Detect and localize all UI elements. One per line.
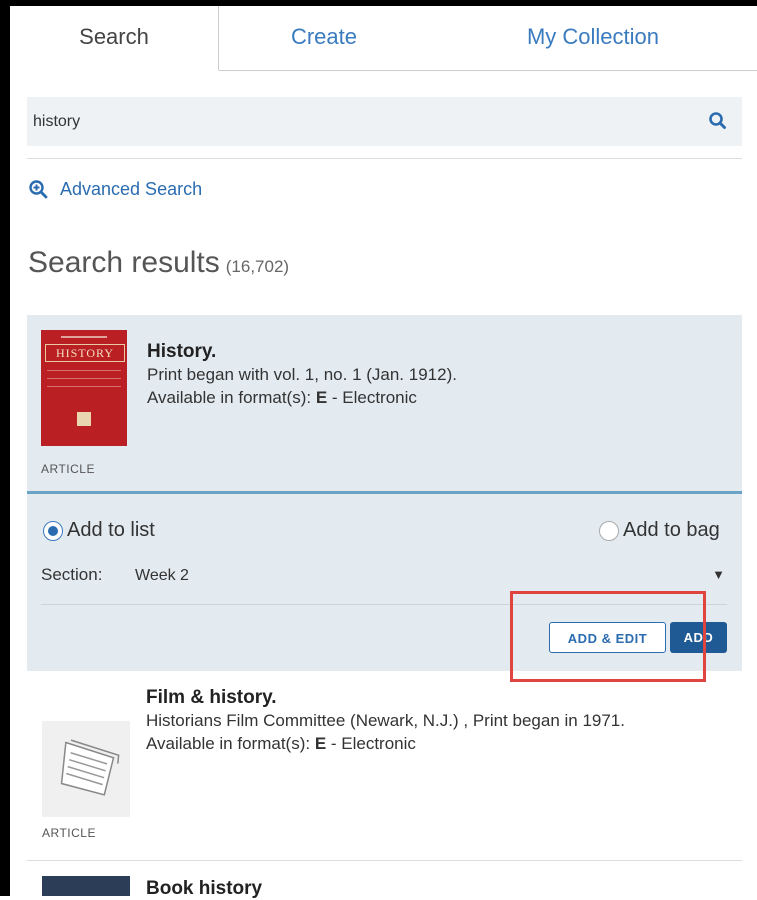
result-thumbnail[interactable] <box>42 876 130 896</box>
result-type: ARTICLE <box>41 462 95 476</box>
result-format: Available in format(s): E - Electronic <box>147 388 417 408</box>
tab-my-collection[interactable]: My Collection <box>429 6 757 70</box>
thumbnail-rule <box>47 370 121 371</box>
search-panel: Search Create My Collection Advanced Sea… <box>10 6 757 899</box>
thumbnail-emblem <box>77 412 91 426</box>
format-suffix: - Electronic <box>327 388 417 407</box>
window-frame-left <box>0 0 10 896</box>
section-dropdown[interactable]: Week 2 ▼ <box>135 567 725 589</box>
format-prefix: Available in format(s): <box>146 734 315 753</box>
format-code: E <box>314 734 327 753</box>
add-to-list-label: Add to list <box>67 519 155 541</box>
divider <box>27 860 742 861</box>
divider <box>41 604 727 605</box>
selection-divider <box>27 491 742 494</box>
results-count: (16,702) <box>225 257 290 276</box>
add-to-bag-label: Add to bag <box>623 519 720 541</box>
result-description: Historians Film Committee (Newark, N.J.)… <box>146 711 625 730</box>
divider <box>27 158 742 159</box>
tab-divider <box>219 70 757 71</box>
add-button[interactable]: ADD <box>670 622 727 653</box>
format-code: E <box>315 388 328 407</box>
format-suffix: - Electronic <box>326 734 416 753</box>
format-prefix: Available in format(s): <box>147 388 316 407</box>
add-to-list-radio[interactable]: Add to list <box>43 519 155 542</box>
search-input[interactable] <box>33 97 673 146</box>
zoom-in-icon <box>29 180 48 199</box>
tab-search[interactable]: Search <box>10 6 219 70</box>
result-thumbnail[interactable]: HISTORY <box>41 330 127 446</box>
radio-unchecked <box>599 520 619 541</box>
results-title: Search results <box>28 246 220 279</box>
search-box <box>27 97 742 146</box>
section-value: Week 2 <box>135 567 189 584</box>
results-heading: Search results (16,702) <box>28 246 289 280</box>
tab-create[interactable]: Create <box>219 6 429 70</box>
dropdown-arrow-icon: ▼ <box>712 567 725 582</box>
result-thumbnail-generic[interactable] <box>42 721 130 817</box>
thumbnail-masthead <box>61 336 107 338</box>
result-type: ARTICLE <box>42 826 96 840</box>
search-button[interactable] <box>706 109 730 133</box>
result-title[interactable]: History. <box>147 341 216 363</box>
section-label: Section: <box>41 565 103 584</box>
search-icon <box>709 112 726 129</box>
advanced-search-link[interactable]: Advanced Search <box>28 176 202 202</box>
result-format: Available in format(s): E - Electronic <box>146 734 416 754</box>
selected-result-card[interactable]: HISTORY ARTICLE History. Print began wit… <box>27 315 742 671</box>
document-icon <box>42 721 130 817</box>
result-title[interactable]: Film & history. <box>146 687 277 709</box>
add-to-bag-radio[interactable]: Add to bag <box>599 519 720 542</box>
tab-bar: Search Create My Collection <box>10 6 757 71</box>
advanced-search-label: Advanced Search <box>60 178 203 199</box>
result-title[interactable]: Book history <box>146 878 262 900</box>
thumbnail-rule <box>47 378 121 379</box>
add-and-edit-button[interactable]: ADD & EDIT <box>549 622 666 653</box>
thumbnail-title: HISTORY <box>45 344 125 362</box>
thumbnail-rule <box>47 386 121 387</box>
result-description: Print began with vol. 1, no. 1 (Jan. 191… <box>147 365 457 384</box>
radio-checked <box>43 520 63 541</box>
